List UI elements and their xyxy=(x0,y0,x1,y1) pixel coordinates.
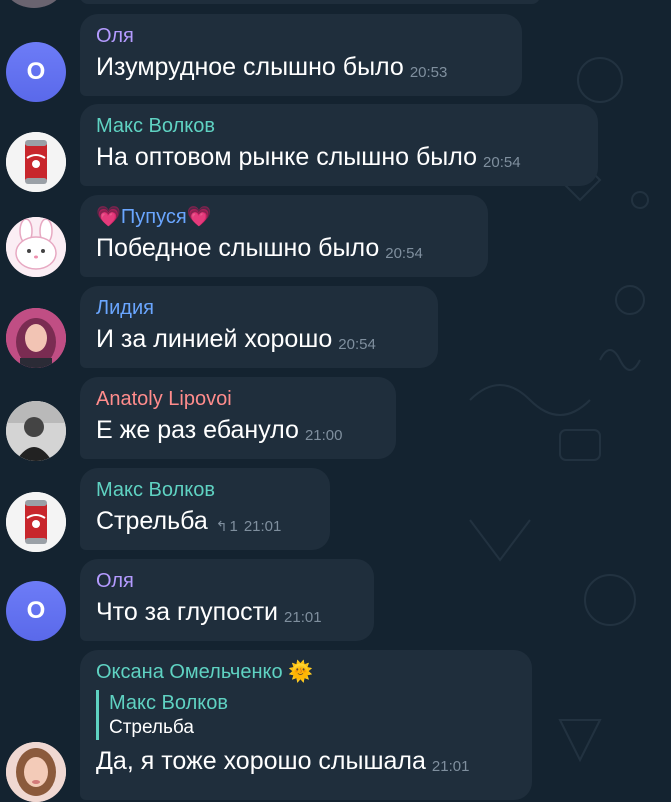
message-text: На оптовом рынке слышно было xyxy=(96,143,478,171)
message-text: Стрельба xyxy=(96,507,208,535)
message-text: Что за глупости xyxy=(96,598,279,626)
avatar[interactable] xyxy=(6,132,66,192)
message-time: 21:00 xyxy=(304,427,343,444)
message-time: 20:53 xyxy=(409,64,448,81)
quote-text: Стрельба xyxy=(109,717,194,738)
avatar-letter: О xyxy=(26,58,46,85)
message-bubble[interactable]: Anatoly Lipovoi Е же раз ебануло 21:00 xyxy=(80,377,396,459)
message-bubble[interactable]: 💗Пупуся💗 Победное слышно было 20:54 xyxy=(80,195,488,277)
quoted-message[interactable]: Макс Волков Стрельба xyxy=(96,690,516,740)
partial-message-bubble xyxy=(80,0,540,4)
message-text: Победное слышно было xyxy=(96,234,380,262)
message-text: Да, я тоже хорошо слышала xyxy=(96,747,426,775)
avatar[interactable]: О xyxy=(6,581,66,641)
message-time: 20:54 xyxy=(338,336,376,353)
reply-count[interactable]: 1 xyxy=(229,518,237,535)
message-text: И за линией хорошо xyxy=(96,325,333,353)
cola-can-icon xyxy=(6,492,66,552)
message-text: Е же раз ебануло xyxy=(96,416,299,444)
sender-name[interactable]: Оля xyxy=(96,569,358,593)
message-bubble[interactable]: Оксана Омельченко 🌞 Макс Волков Стрельба… xyxy=(80,650,532,800)
avatar[interactable] xyxy=(6,742,66,802)
sender-name[interactable]: Макс Волков xyxy=(96,114,582,138)
partial-avatar xyxy=(4,0,64,8)
message-bubble[interactable]: Оля Что за глупости 21:01 xyxy=(80,559,374,641)
quote-sender: Макс Волков xyxy=(109,692,228,714)
avatar[interactable] xyxy=(6,308,66,368)
sender-name[interactable]: Макс Волков xyxy=(96,478,314,502)
sender-name[interactable]: Anatoly Lipovoi xyxy=(96,387,380,411)
message-time: 21:01 xyxy=(243,518,282,535)
message-bubble[interactable]: Оля Изумрудное слышно было 20:53 xyxy=(80,14,522,96)
message-time: 20:54 xyxy=(385,245,423,262)
message-time: 20:54 xyxy=(483,154,521,171)
bunny-icon xyxy=(6,217,66,277)
message-text: Изумрудное слышно было xyxy=(96,53,404,81)
avatar[interactable] xyxy=(6,217,66,277)
avatar[interactable] xyxy=(6,401,66,461)
avatar[interactable] xyxy=(6,492,66,552)
woman-photo-icon xyxy=(6,742,66,802)
message-bubble[interactable]: Лидия И за линией хорошо 20:54 xyxy=(80,286,438,368)
sender-name[interactable]: Лидия xyxy=(96,296,422,320)
avatar[interactable]: О xyxy=(6,42,66,102)
message-bubble[interactable]: Макс Волков Стрельба ↰ 1 21:01 xyxy=(80,468,330,550)
message-time: 21:01 xyxy=(431,758,470,775)
man-photo-icon xyxy=(6,401,66,461)
message-bubble[interactable]: Макс Волков На оптовом рынке слышно было… xyxy=(80,104,598,186)
sender-name[interactable]: 💗Пупуся💗 xyxy=(96,205,472,229)
avatar-letter: О xyxy=(26,597,46,624)
sender-name[interactable]: Оля xyxy=(96,24,506,48)
message-time: 21:01 xyxy=(284,609,322,626)
reply-arrow-icon[interactable]: ↰ xyxy=(216,518,228,534)
cola-can-icon xyxy=(6,132,66,192)
sender-name[interactable]: Оксана Омельченко 🌞 xyxy=(96,660,516,684)
woman-photo-icon xyxy=(6,308,66,368)
